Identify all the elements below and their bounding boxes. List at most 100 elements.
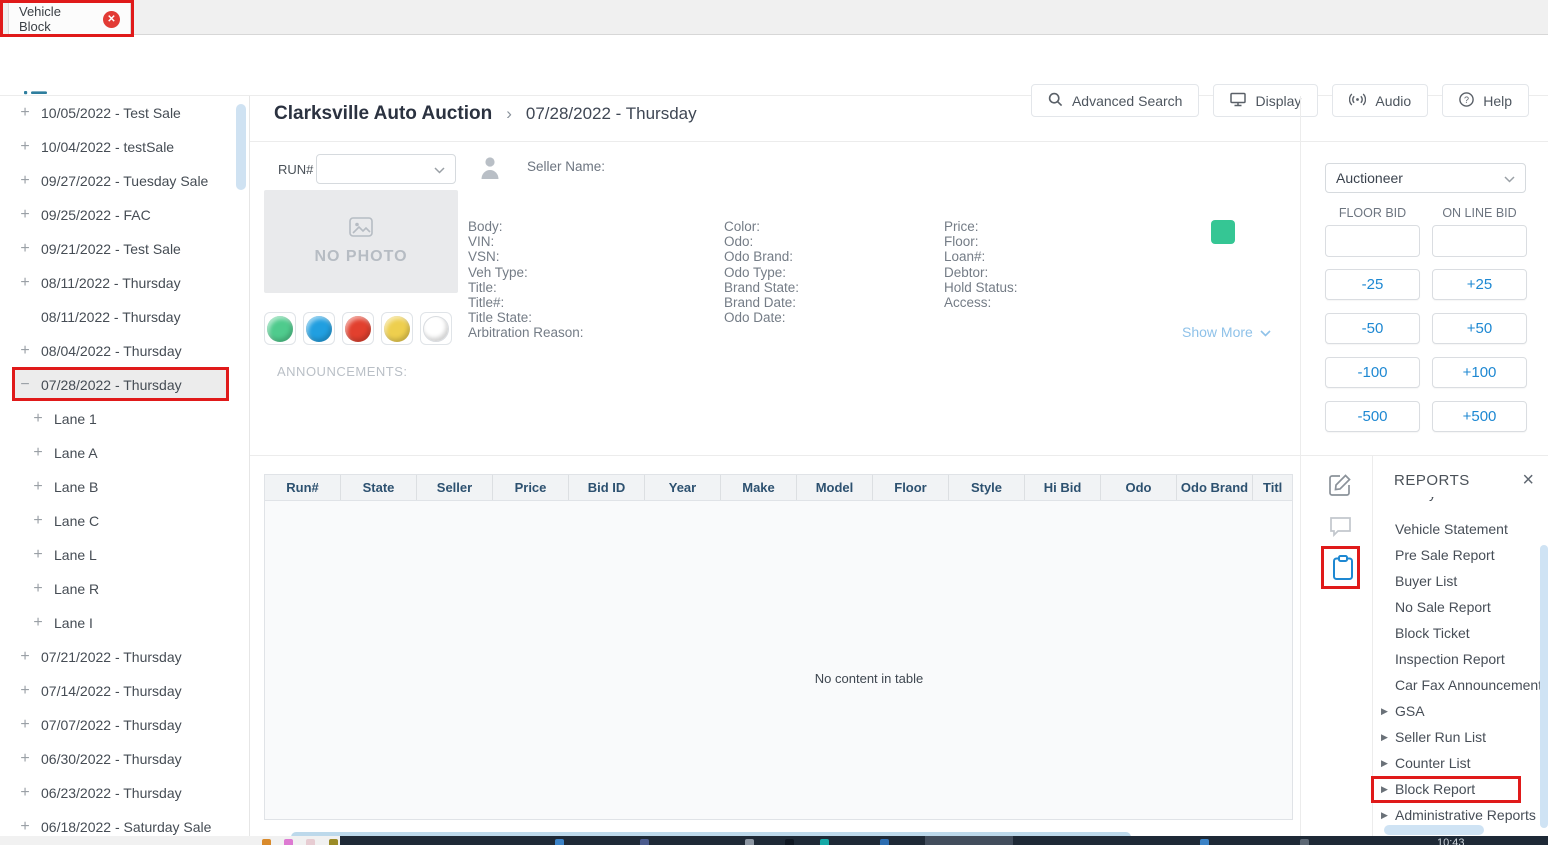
sidebar-item-sale[interactable]: +07/21/2022 - Thursday xyxy=(0,640,249,674)
column-header[interactable]: State xyxy=(341,475,417,500)
auctioneer-select[interactable]: Auctioneer xyxy=(1325,163,1526,193)
report-item-buyer-list[interactable]: Buyer List xyxy=(1373,568,1540,594)
report-item-block-ticket[interactable]: Block Ticket xyxy=(1373,620,1540,646)
column-header[interactable]: Make xyxy=(721,475,797,500)
audio-button[interactable]: Audio xyxy=(1332,84,1428,117)
expand-plus-icon[interactable]: + xyxy=(18,138,32,156)
floor-bid-input[interactable] xyxy=(1325,225,1420,257)
sidebar-item-sale[interactable]: +09/21/2022 - Test Sale xyxy=(0,232,249,266)
display-button[interactable]: Display xyxy=(1213,84,1318,117)
report-group-seller-run-list[interactable]: ▶Seller Run List xyxy=(1373,724,1540,750)
tab-vehicle-block[interactable]: Vehicle Block ✕ xyxy=(8,2,131,35)
sidebar-item-sale[interactable]: +09/25/2022 - FAC xyxy=(0,198,249,232)
sidebar-item-sale-selected[interactable]: −07/28/2022 - Thursday xyxy=(0,368,249,402)
red-light-button[interactable] xyxy=(342,312,374,345)
report-item-vehicle-statement[interactable]: Vehicle Statement xyxy=(1373,516,1540,542)
expand-plus-icon[interactable]: + xyxy=(18,682,32,700)
expand-plus-icon[interactable]: + xyxy=(18,818,32,836)
expand-plus-icon[interactable]: + xyxy=(31,580,45,598)
online-plus-500-button[interactable]: +500 xyxy=(1432,401,1527,432)
expand-plus-icon[interactable]: + xyxy=(18,648,32,666)
report-item-car-fax-announcement[interactable]: Car Fax Announcement xyxy=(1373,672,1540,698)
expand-plus-icon[interactable]: + xyxy=(31,512,45,530)
white-light-button[interactable] xyxy=(420,312,452,345)
advanced-search-button[interactable]: Advanced Search xyxy=(1031,84,1200,117)
sidebar-item-sale[interactable]: 08/11/2022 - Thursday xyxy=(0,300,249,334)
expand-plus-icon[interactable]: + xyxy=(18,104,32,122)
reports-clipboard-icon[interactable] xyxy=(1332,555,1354,586)
yellow-light-button[interactable] xyxy=(381,312,413,345)
sidebar-item-sale[interactable]: +09/27/2022 - Tuesday Sale xyxy=(0,164,249,198)
report-item-inspection-report[interactable]: Inspection Report xyxy=(1373,646,1540,672)
floor-minus-100-button[interactable]: -100 xyxy=(1325,357,1420,388)
column-header[interactable]: Odo Brand xyxy=(1177,475,1253,500)
sidebar-item-lane[interactable]: +Lane B xyxy=(0,470,249,504)
report-item-pre-sale-report[interactable]: Pre Sale Report xyxy=(1373,542,1540,568)
sidebar-scrollbar[interactable] xyxy=(236,104,246,190)
help-button[interactable]: ? Help xyxy=(1442,84,1529,117)
column-header[interactable]: Year xyxy=(645,475,721,500)
show-more-link[interactable]: Show More xyxy=(1182,324,1271,340)
floor-minus-50-button[interactable]: -50 xyxy=(1325,313,1420,344)
sidebar-item-lane[interactable]: +Lane C xyxy=(0,504,249,538)
column-header[interactable]: Hi Bid xyxy=(1025,475,1101,500)
expand-plus-icon[interactable]: + xyxy=(31,478,45,496)
sidebar-item-lane[interactable]: +Lane A xyxy=(0,436,249,470)
reports-vertical-scrollbar[interactable] xyxy=(1540,545,1548,828)
sidebar-item-sale[interactable]: +06/30/2022 - Thursday xyxy=(0,742,249,776)
report-item-no-sale-report[interactable]: No Sale Report xyxy=(1373,594,1540,620)
sidebar-item-sale[interactable]: +08/04/2022 - Thursday xyxy=(0,334,249,368)
comment-icon[interactable] xyxy=(1329,515,1352,542)
sidebar-item-lane[interactable]: +Lane R xyxy=(0,572,249,606)
expand-plus-icon[interactable]: + xyxy=(18,342,32,360)
online-plus-100-button[interactable]: +100 xyxy=(1432,357,1527,388)
floor-minus-25-button[interactable]: -25 xyxy=(1325,269,1420,300)
online-bid-input[interactable] xyxy=(1432,225,1527,257)
expand-plus-icon[interactable]: + xyxy=(18,172,32,190)
edit-notes-icon[interactable] xyxy=(1328,472,1353,502)
breadcrumb-auction-name[interactable]: Clarksville Auto Auction xyxy=(274,103,492,125)
expand-plus-icon[interactable]: + xyxy=(31,444,45,462)
sidebar-item-sale[interactable]: +10/05/2022 - Test Sale xyxy=(0,96,249,130)
column-header[interactable]: Model xyxy=(797,475,873,500)
column-header[interactable]: Run# xyxy=(265,475,341,500)
report-group-gsa[interactable]: ▶GSA xyxy=(1373,698,1540,724)
expand-plus-icon[interactable]: + xyxy=(31,410,45,428)
floor-minus-500-button[interactable]: -500 xyxy=(1325,401,1420,432)
green-light-button[interactable] xyxy=(264,312,296,345)
expand-plus-icon[interactable]: + xyxy=(18,206,32,224)
sidebar-item-lane[interactable]: +Lane I xyxy=(0,606,249,640)
sidebar-item-lane[interactable]: +Lane 1 xyxy=(0,402,249,436)
online-plus-25-button[interactable]: +25 xyxy=(1432,269,1527,300)
expand-plus-icon[interactable]: + xyxy=(31,614,45,632)
expand-plus-icon[interactable]: + xyxy=(18,274,32,292)
column-header[interactable]: Bid ID xyxy=(569,475,645,500)
sidebar-item-sale[interactable]: +07/07/2022 - Thursday xyxy=(0,708,249,742)
sidebar-item-sale[interactable]: +07/14/2022 - Thursday xyxy=(0,674,249,708)
column-header[interactable]: Price xyxy=(493,475,569,500)
column-header[interactable]: Odo xyxy=(1101,475,1177,500)
expand-plus-icon[interactable]: + xyxy=(18,750,32,768)
reports-horizontal-scrollbar[interactable] xyxy=(1384,825,1484,835)
expand-plus-icon[interactable]: + xyxy=(31,546,45,564)
expand-plus-icon[interactable]: + xyxy=(18,716,32,734)
blue-light-button[interactable] xyxy=(303,312,335,345)
column-header[interactable]: Seller xyxy=(417,475,493,500)
column-header-clipped[interactable]: Titl xyxy=(1253,475,1292,500)
tab-close-icon[interactable]: ✕ xyxy=(103,11,120,28)
sidebar-item-sale[interactable]: +06/23/2022 - Thursday xyxy=(0,776,249,810)
taskbar-strip[interactable]: 10:43 xyxy=(0,836,1548,845)
sidebar-item-sale[interactable]: +06/18/2022 - Saturday Sale xyxy=(0,810,249,836)
sidebar-item-sale[interactable]: +08/11/2022 - Thursday xyxy=(0,266,249,300)
column-header[interactable]: Style xyxy=(949,475,1025,500)
expand-plus-icon[interactable]: + xyxy=(18,784,32,802)
expand-plus-icon[interactable]: + xyxy=(18,240,32,258)
run-number-select[interactable] xyxy=(316,154,456,184)
sidebar-item-lane[interactable]: +Lane L xyxy=(0,538,249,572)
sidebar-item-sale[interactable]: +10/04/2022 - testSale xyxy=(0,130,249,164)
online-plus-50-button[interactable]: +50 xyxy=(1432,313,1527,344)
report-group-block-report[interactable]: ▶Block Report xyxy=(1373,776,1540,802)
collapse-minus-icon[interactable]: − xyxy=(18,376,32,394)
close-icon[interactable]: × xyxy=(1522,470,1534,490)
column-header[interactable]: Floor xyxy=(873,475,949,500)
